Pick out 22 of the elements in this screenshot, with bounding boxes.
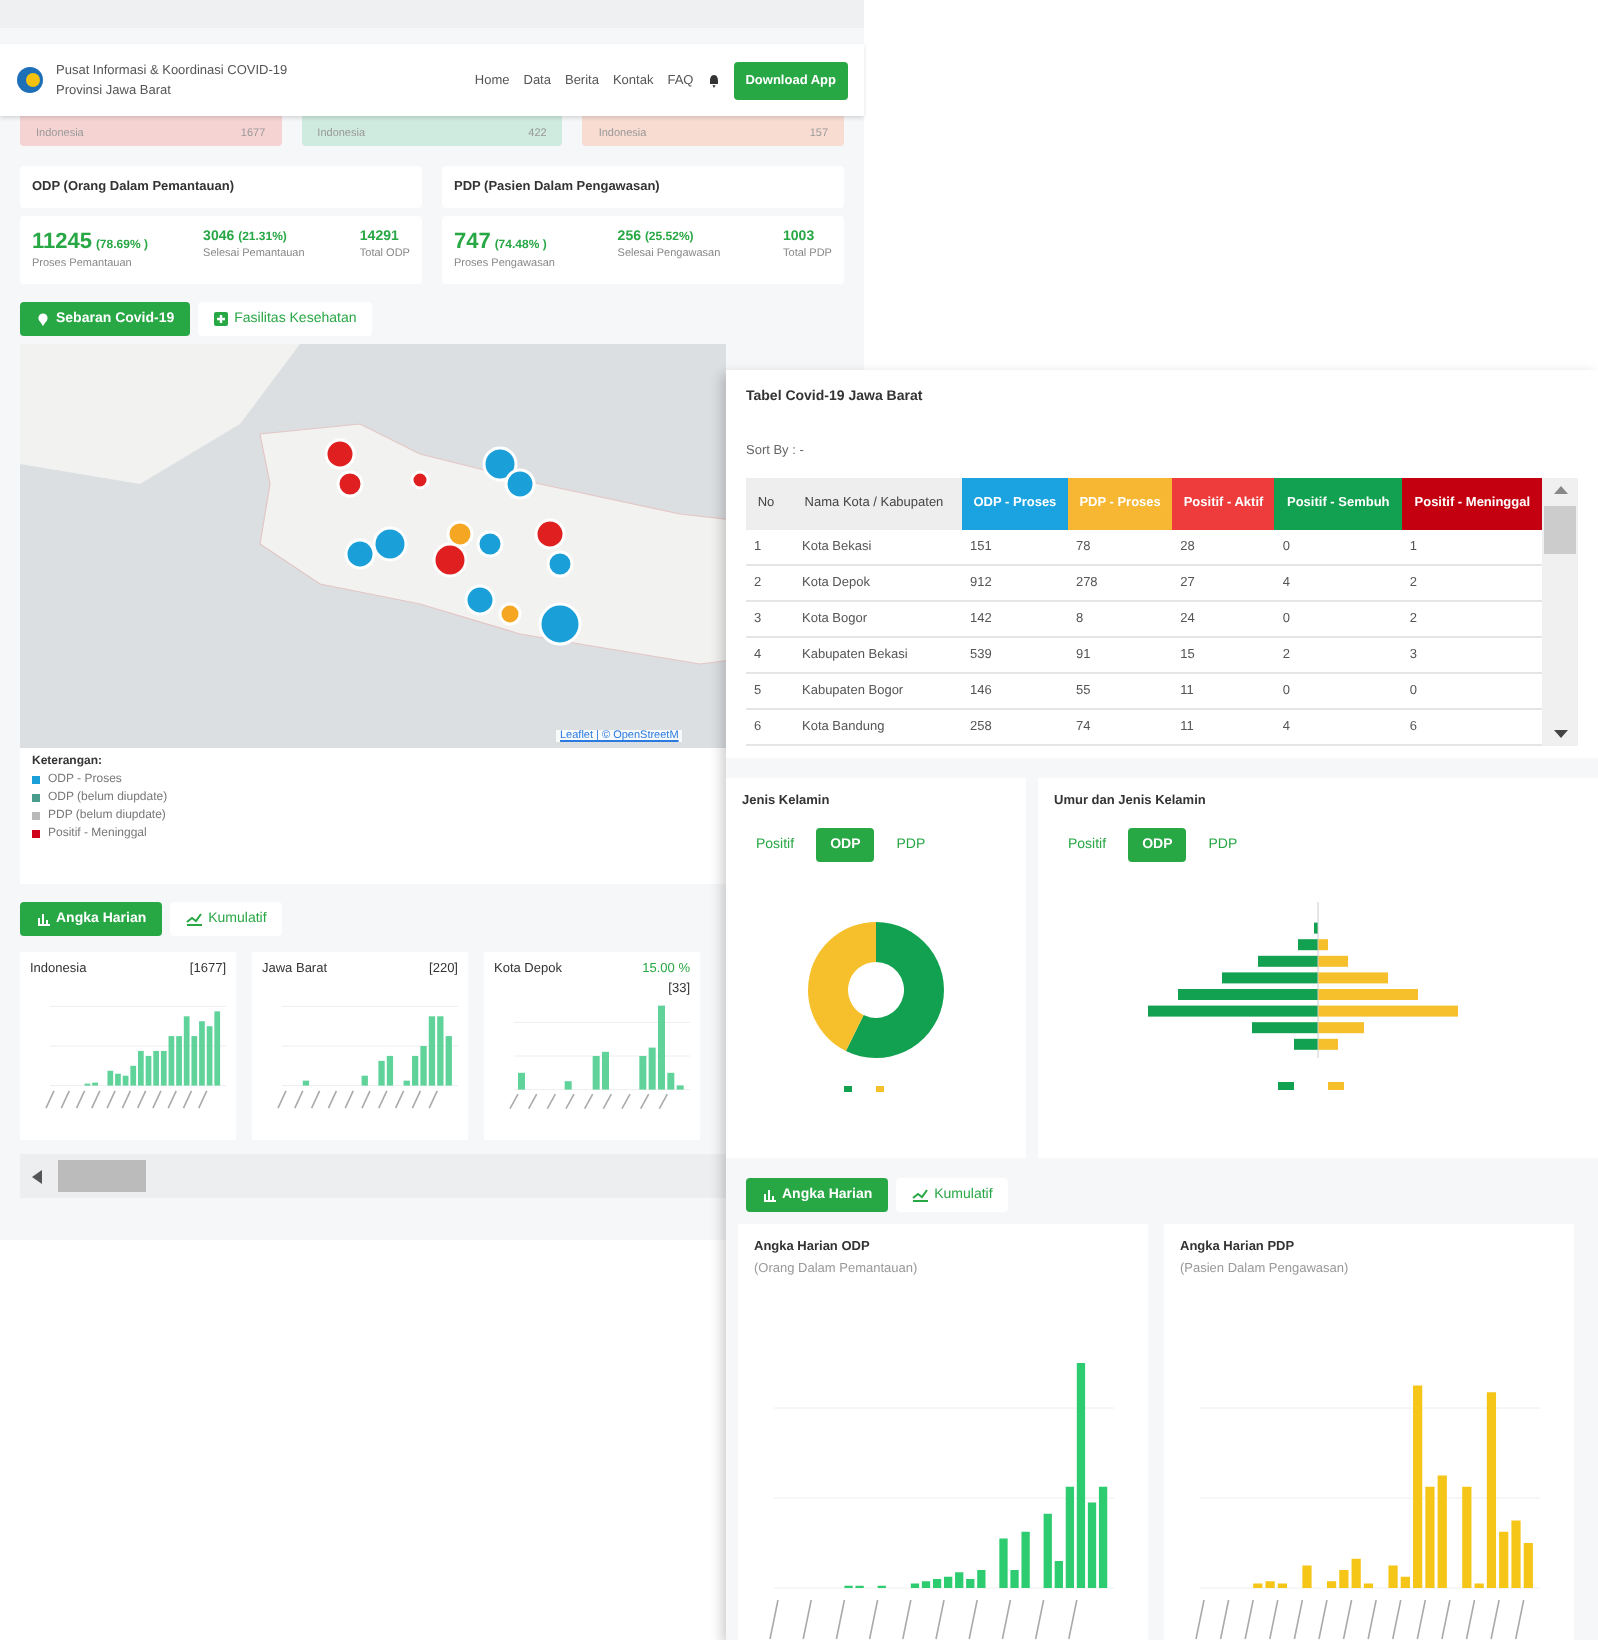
legend-swatch xyxy=(876,1086,884,1092)
scroll-up-icon xyxy=(1553,486,1568,494)
bar-chart-icon xyxy=(762,1188,776,1202)
scroll-thumb[interactable] xyxy=(1544,506,1577,554)
scroll-left-icon xyxy=(32,1169,42,1183)
logo-icon xyxy=(16,66,44,94)
bar xyxy=(302,1080,310,1086)
scroll-down-icon xyxy=(1553,730,1568,738)
scroll-thumb[interactable] xyxy=(58,1160,146,1192)
bell-icon xyxy=(707,73,720,87)
legend-swatch xyxy=(1328,1082,1344,1090)
map-pin-icon xyxy=(36,312,50,326)
bar xyxy=(1302,1565,1312,1588)
line-chart-icon xyxy=(912,1188,929,1202)
bar-chart-icon xyxy=(36,912,50,926)
bar xyxy=(518,1072,525,1090)
legend-swatch xyxy=(1278,1082,1294,1090)
plus-square-icon xyxy=(214,312,229,326)
bar xyxy=(361,1075,368,1086)
bar xyxy=(564,1081,572,1090)
line-chart-icon xyxy=(186,912,203,926)
legend-swatch xyxy=(844,1086,852,1092)
